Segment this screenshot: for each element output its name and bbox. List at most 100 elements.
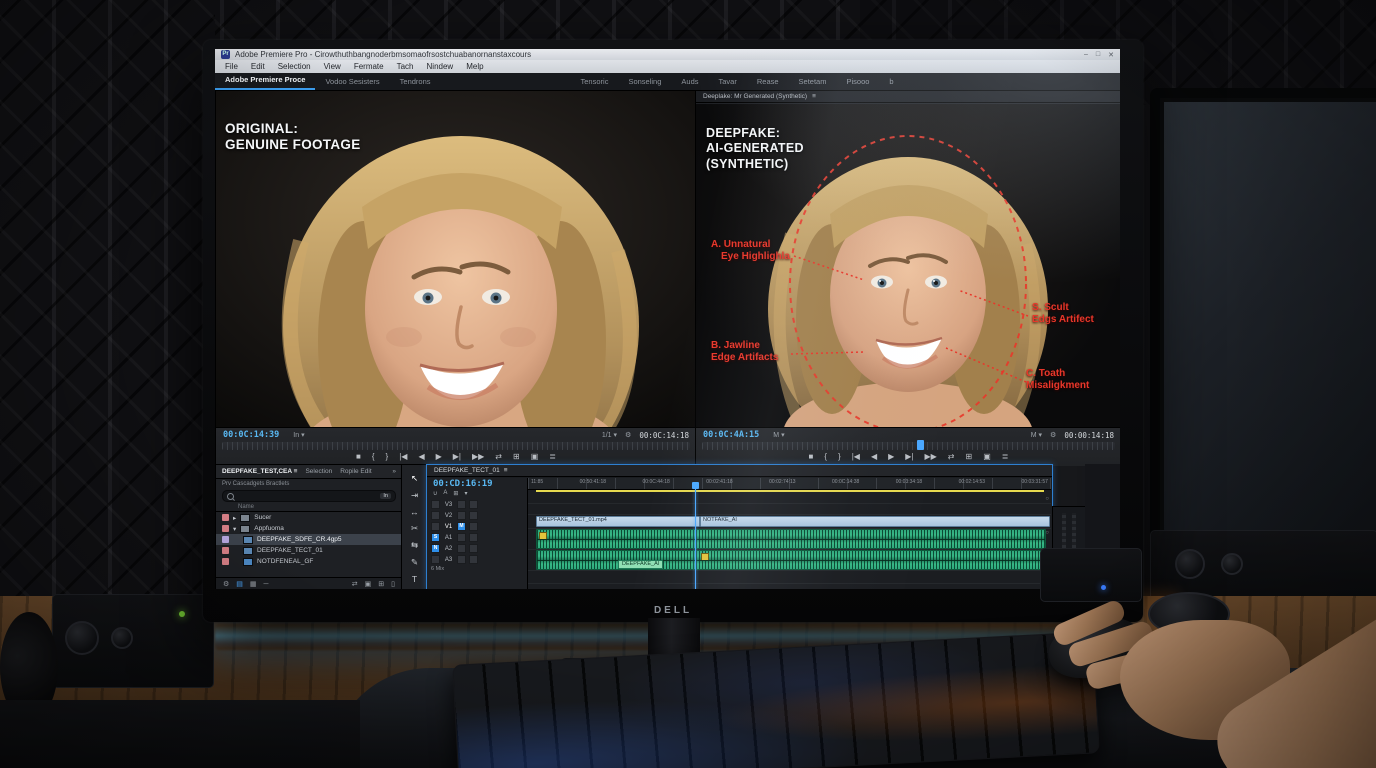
expander-icon[interactable]: ▾: [233, 525, 236, 533]
go-to-out-icon[interactable]: ▶▶: [472, 452, 484, 461]
menu-file[interactable]: File: [225, 62, 238, 71]
step-back-icon[interactable]: ◀: [871, 452, 877, 461]
track-v2-lane[interactable]: [528, 504, 1051, 515]
track-a3-lane[interactable]: [528, 571, 1051, 584]
insert-icon[interactable]: ▣: [531, 452, 539, 461]
nested-sequence-label[interactable]: DEEPFAKE_AI: [618, 560, 663, 570]
track-header-v2[interactable]: V2: [427, 510, 527, 521]
device-knob[interactable]: [1175, 549, 1205, 579]
search-scope-badge[interactable]: In: [380, 493, 391, 499]
automate-icon[interactable]: ⇄: [352, 580, 358, 588]
search-input[interactable]: [238, 491, 376, 501]
list-view-icon[interactable]: ▤: [236, 580, 243, 588]
audio-interface-knob[interactable]: [111, 627, 133, 649]
close-button[interactable]: ✕: [1108, 51, 1114, 59]
tab-overflow-icon[interactable]: »: [392, 468, 396, 475]
playhead-marker[interactable]: [692, 482, 699, 489]
audio-clip[interactable]: [536, 550, 1046, 570]
source-patch-badge[interactable]: N: [431, 544, 440, 553]
program-scrubber[interactable]: [702, 442, 1115, 450]
workspace-tab[interactable]: Pisooo: [836, 74, 879, 90]
export-frame-icon[interactable]: ⊞: [513, 452, 520, 461]
workspace-tab[interactable]: b: [879, 74, 903, 90]
mark-in-icon[interactable]: {: [372, 452, 375, 461]
pen-tool-icon[interactable]: ✎: [411, 557, 418, 568]
track-a2-lane[interactable]: DEEPFAKE_AI: [528, 550, 1051, 571]
minimize-button[interactable]: –: [1084, 51, 1088, 59]
source-scrubber[interactable]: [222, 442, 690, 450]
trash-icon[interactable]: ▯: [391, 580, 395, 588]
project-tab[interactable]: Ropile Edit: [340, 468, 371, 475]
new-item-icon[interactable]: ⊞: [378, 580, 384, 588]
selection-tool-icon[interactable]: ↖: [411, 473, 418, 484]
project-item-bin[interactable]: ▸ Sucer: [216, 512, 402, 523]
workspace-tab[interactable]: Rease: [747, 74, 789, 90]
mark-out-icon[interactable]: }: [838, 452, 841, 461]
menu-fermate[interactable]: Fermate: [354, 62, 384, 71]
menu-view[interactable]: View: [324, 62, 341, 71]
maximize-button[interactable]: □: [1096, 51, 1100, 59]
track-header-v1[interactable]: V1 M: [427, 521, 527, 532]
play-icon[interactable]: ▶: [888, 452, 894, 461]
track-header-a3[interactable]: A3: [427, 554, 527, 565]
playhead-line[interactable]: [695, 489, 696, 589]
insert-icon[interactable]: ▣: [983, 452, 991, 461]
track-v3-lane[interactable]: [528, 493, 1051, 504]
track-header-a2[interactable]: N A2: [427, 543, 527, 554]
new-bin-icon[interactable]: ▣: [365, 580, 372, 588]
menu-tach[interactable]: Tach: [397, 62, 414, 71]
scroll-dot-icon[interactable]: ○: [1045, 530, 1049, 536]
workspace-tab[interactable]: Vodoo Sesisters: [315, 74, 389, 90]
source-patch-badge[interactable]: S: [431, 533, 440, 542]
settings-dropdown-icon[interactable]: ▾: [464, 490, 467, 497]
track-header-a1[interactable]: S A1: [427, 532, 527, 543]
type-tool-icon[interactable]: T: [412, 574, 417, 584]
workspace-tab-active[interactable]: Adobe Premiere Proce: [215, 72, 315, 90]
project-item-bin[interactable]: ▾ Appfuoma: [216, 523, 402, 534]
workspace-tab[interactable]: Auds: [671, 74, 708, 90]
project-search[interactable]: In: [222, 490, 396, 502]
loop-icon[interactable]: ⇄: [948, 452, 955, 461]
program-panel-tab[interactable]: Deeplake: Mr Generated (Synthetic) ≡: [696, 91, 1120, 103]
go-to-in-icon[interactable]: |◀: [852, 452, 860, 461]
scroll-dot-icon[interactable]: ○: [1045, 496, 1049, 502]
linked-selection-icon[interactable]: A: [443, 490, 447, 497]
overwrite-icon[interactable]: ≣: [1002, 452, 1009, 461]
loop-icon[interactable]: ⇄: [495, 452, 502, 461]
go-to-in-icon[interactable]: |◀: [399, 452, 407, 461]
menu-nindew[interactable]: Nindew: [427, 62, 454, 71]
video-clip[interactable]: DEEPFAKE_TECT_01.mp4: [536, 516, 700, 527]
work-area-bar[interactable]: [536, 490, 1044, 492]
workspace-tab[interactable]: Tavar: [709, 74, 747, 90]
expander-icon[interactable]: ▸: [233, 514, 236, 522]
slip-tool-icon[interactable]: ⇆: [411, 540, 418, 551]
track-a1-lane[interactable]: [528, 529, 1051, 550]
scrubber-playhead[interactable]: [917, 440, 924, 450]
project-item-clip[interactable]: NOTDFENEAL_GF: [216, 556, 402, 567]
menu-selection[interactable]: Selection: [278, 62, 311, 71]
project-tab-active[interactable]: DEEPFAKE_TEST,CEA ≡: [222, 468, 297, 475]
mark-in-icon[interactable]: {: [824, 452, 827, 461]
name-column-header[interactable]: Name: [216, 503, 402, 512]
wrench-icon[interactable]: ⚙: [223, 580, 229, 588]
audio-interface-knob[interactable]: [65, 621, 99, 655]
step-forward-icon[interactable]: ▶|: [905, 452, 913, 461]
project-item-clip-selected[interactable]: DEEPFAKE_SDFE_CR.4gp5: [216, 534, 402, 545]
workspace-tab[interactable]: Tensoric: [571, 74, 619, 90]
source-patch-badge[interactable]: M: [457, 522, 466, 531]
ripple-edit-tool-icon[interactable]: ↔: [410, 507, 419, 517]
menu-melp[interactable]: Melp: [466, 62, 483, 71]
timeline-ruler[interactable]: 11:8500:50:41:18 00:0C:44:1800:02:41:18 …: [528, 478, 1051, 490]
stop-icon[interactable]: ■: [356, 452, 361, 461]
audio-clip[interactable]: [536, 529, 1046, 549]
menu-edit[interactable]: Edit: [251, 62, 265, 71]
settings-wrench-icon[interactable]: ⚙: [1050, 431, 1056, 439]
zoom-level-dropdown[interactable]: 1/1 ▾: [602, 431, 617, 439]
timeline-tab[interactable]: DEEPFAKE_TECT_01≡: [427, 465, 1052, 477]
track-v1-lane[interactable]: DEEPFAKE_TECT_01.mp4 NOTFAKE_AI: [528, 515, 1051, 529]
markers-icon[interactable]: ⊞: [453, 490, 458, 497]
workspace-tab[interactable]: Sonseling: [618, 74, 671, 90]
in-point-dropdown[interactable]: In ▾: [293, 431, 304, 439]
device-knob[interactable]: [1221, 553, 1243, 575]
step-back-icon[interactable]: ◀: [418, 452, 424, 461]
